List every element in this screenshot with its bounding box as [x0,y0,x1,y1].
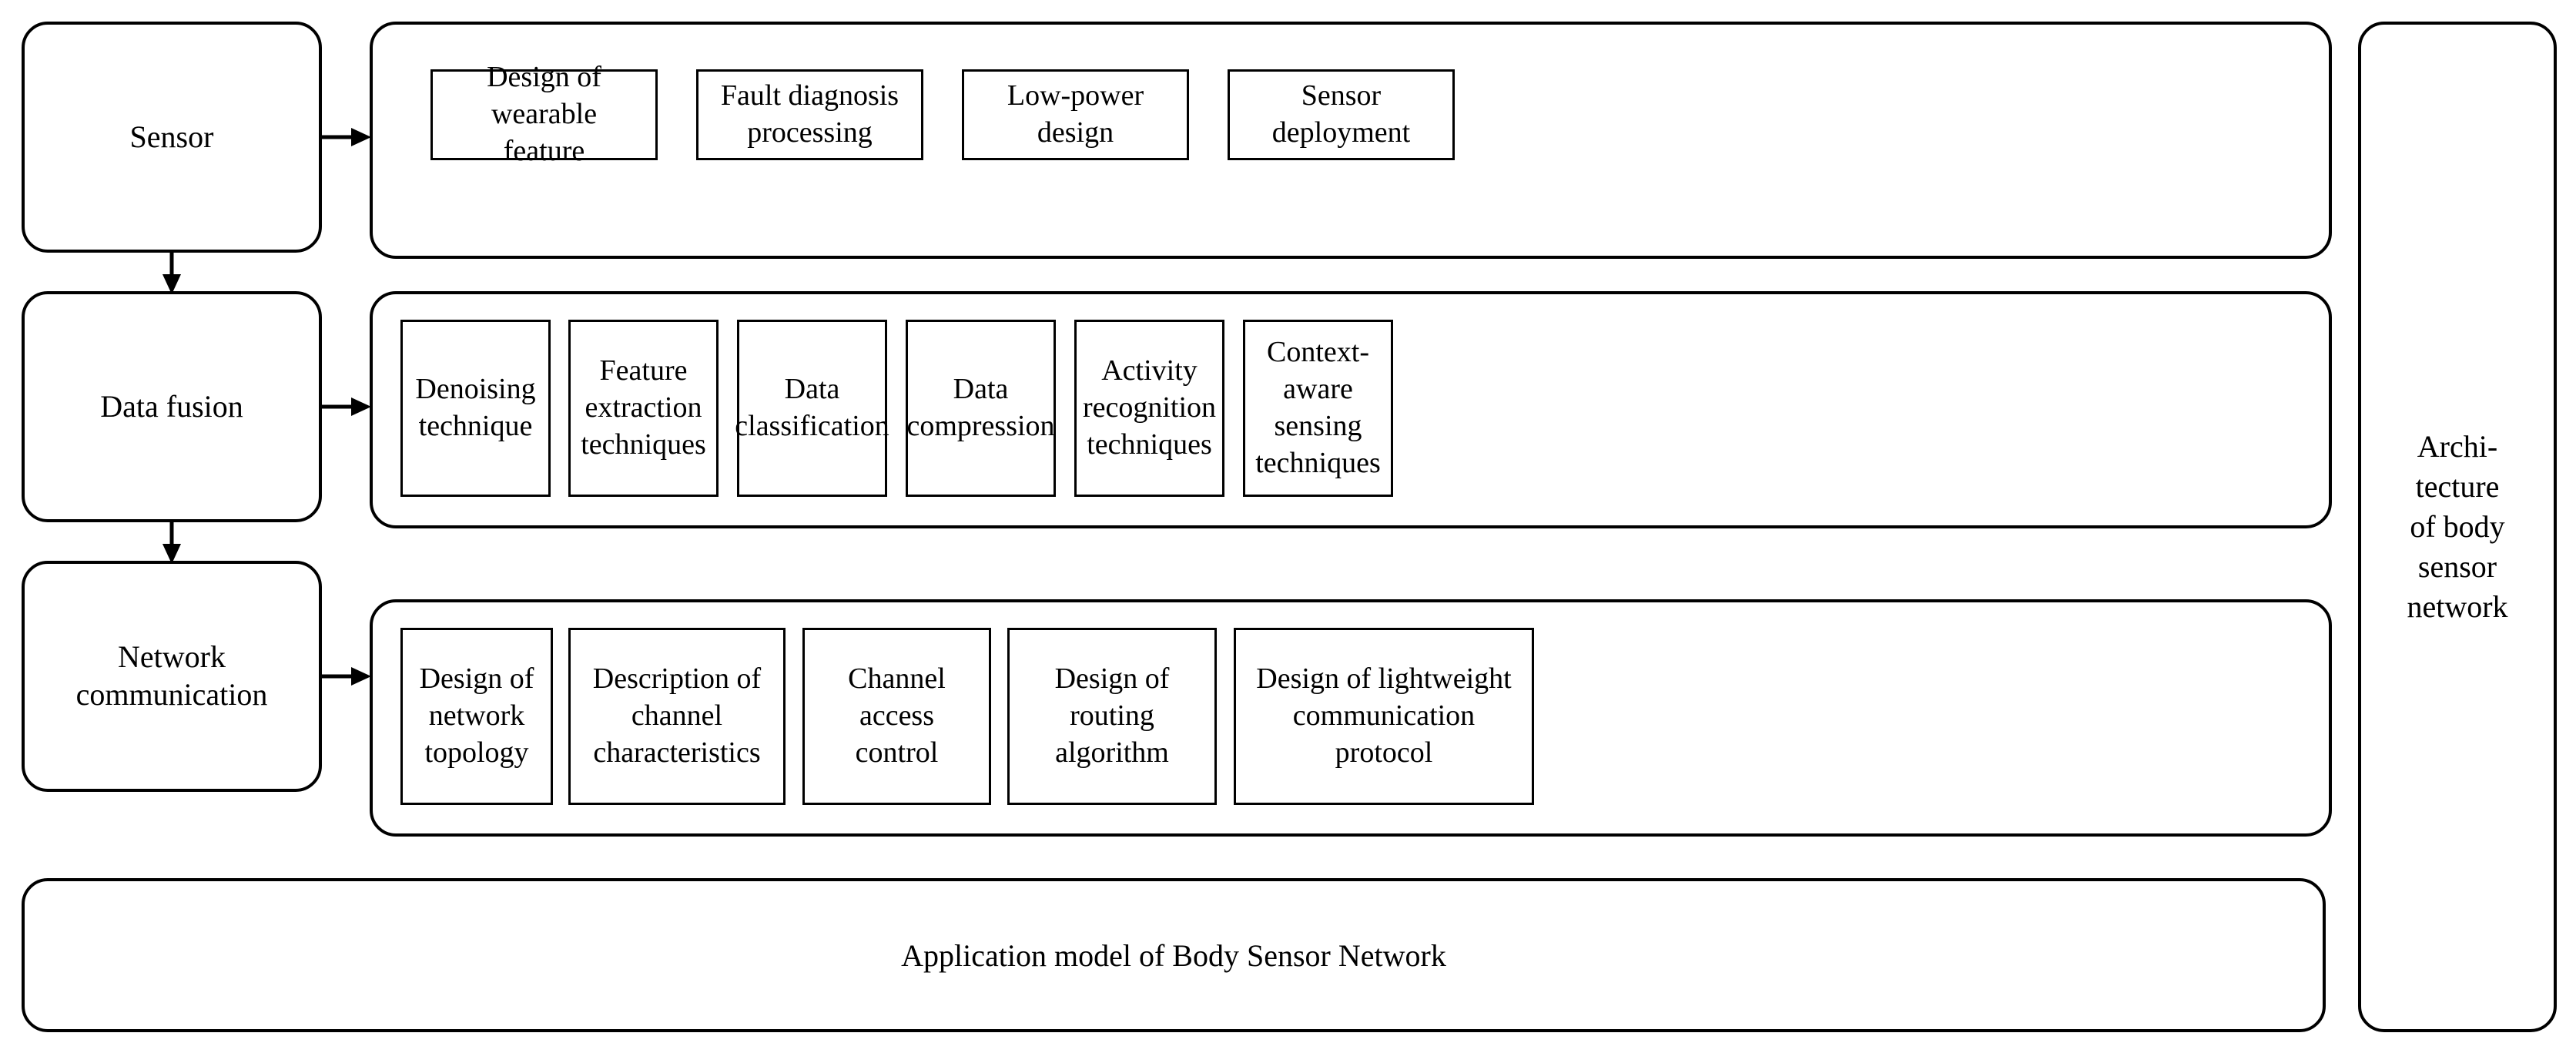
item-design-of-network-topology[interactable]: Design of network topology [400,628,553,805]
footer-application-model-bar[interactable]: Application model of Body Sensor Network [22,878,2326,1032]
item-low-power-design[interactable]: Low-power design [962,69,1189,160]
stage-network-communication[interactable]: Network communication [22,561,322,792]
item-data-compression[interactable]: Data compression [906,320,1056,497]
side-column-label: Archi- tecture of body sensor network [2407,429,2508,624]
sensor-row-group: Design of wearable feature Fault diagnos… [370,22,2332,259]
item-feature-extraction-techniques[interactable]: Feature extraction techniques [568,320,719,497]
stage-data-fusion[interactable]: Data fusion [22,291,322,522]
stage-network-communication-label: Network communication [75,639,268,712]
stage-sensor[interactable]: Sensor [22,22,322,253]
arrow-sensor-to-sensor-row [320,122,371,153]
arrow-network-to-network-row [320,661,371,692]
item-context-aware-sensing-techniques[interactable]: Context-aware sensing techniques [1243,320,1393,497]
item-channel-access-control[interactable]: Channel access control [802,628,991,805]
item-fault-diagnosis-processing[interactable]: Fault diagnosis processing [696,69,923,160]
item-denoising-technique[interactable]: Denoising technique [400,320,551,497]
arrow-data-fusion-to-network [156,521,187,564]
stage-data-fusion-label: Data fusion [100,388,243,424]
diagram-canvas: Sensor Data fusion Network communication [0,0,2576,1053]
item-activity-recognition-techniques[interactable]: Activity recognition techniques [1074,320,1224,497]
footer-label: Application model of Body Sensor Network [901,937,1446,973]
arrow-sensor-to-data-fusion [156,251,187,294]
item-description-of-channel-characteristics[interactable]: Description of channel characteristics [568,628,786,805]
item-data-classification[interactable]: Data classification [735,320,889,497]
arrow-data-fusion-to-fusion-row [320,391,371,422]
item-design-of-routing-algorithm[interactable]: Design of routing algorithm [1007,628,1217,805]
item-sensor-deployment[interactable]: Sensor deployment [1228,69,1455,160]
fusion-row-group: Denoising technique Feature extraction t… [370,291,2332,528]
network-row-group: Design of network topology Description o… [370,599,2332,837]
item-design-of-wearable-feature[interactable]: Design of wearable feature [430,61,658,167]
side-column-architecture[interactable]: Archi- tecture of body sensor network [2358,22,2557,1032]
item-design-of-lightweight-communication-protocol[interactable]: Design of lightweight communication prot… [1234,628,1534,805]
stage-sensor-label: Sensor [129,119,214,154]
